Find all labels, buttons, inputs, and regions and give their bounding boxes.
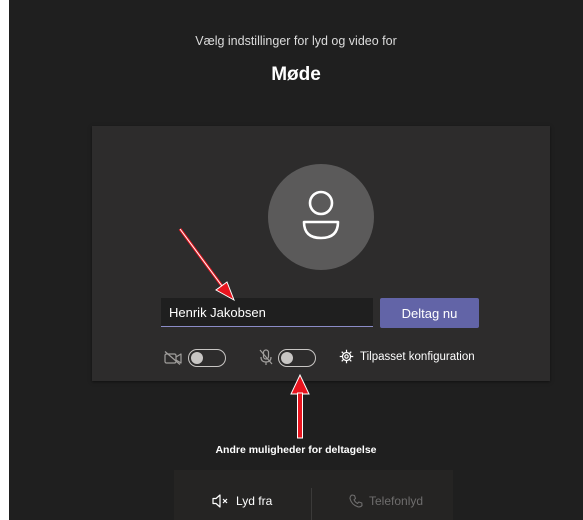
annotation-arrow-to-name	[178, 228, 235, 302]
person-icon	[302, 190, 340, 240]
avatar	[268, 164, 374, 270]
audio-off-button[interactable]: Lyd fra	[212, 494, 272, 508]
phone-audio-label: Telefonlyd	[369, 494, 424, 508]
name-input[interactable]	[161, 298, 373, 327]
join-now-button[interactable]: Deltag nu	[380, 298, 479, 328]
video-toggle[interactable]	[188, 349, 226, 367]
preview-panel: Deltag nu	[92, 126, 550, 381]
teams-prejoin-screen: Vælg indstillinger for lyd og video for …	[9, 0, 583, 520]
divider	[311, 488, 312, 520]
audio-off-label: Lyd fra	[236, 494, 273, 508]
toggle-knob	[191, 352, 203, 364]
phone-icon	[349, 494, 363, 508]
annotation-arrow-to-toggle	[290, 373, 310, 439]
prejoin-subtitle: Vælg indstillinger for lyd og video for	[195, 34, 397, 48]
custom-settings-label: Tilpasset konfiguration	[360, 350, 475, 363]
other-join-options-label: Andre muligheder for deltagelse	[215, 444, 377, 456]
mic-off-icon	[259, 349, 273, 365]
gear-icon	[339, 349, 354, 364]
camera-off-icon	[164, 351, 182, 365]
audio-options-bar: Lyd fra Telefonlyd	[174, 470, 453, 520]
toggle-knob	[281, 352, 293, 364]
meeting-title: Møde	[271, 64, 321, 85]
phone-audio-button[interactable]: Telefonlyd	[349, 494, 423, 508]
custom-settings-button[interactable]: Tilpasset konfiguration	[339, 349, 475, 364]
mic-toggle[interactable]	[278, 349, 316, 367]
speaker-off-icon	[212, 494, 228, 508]
